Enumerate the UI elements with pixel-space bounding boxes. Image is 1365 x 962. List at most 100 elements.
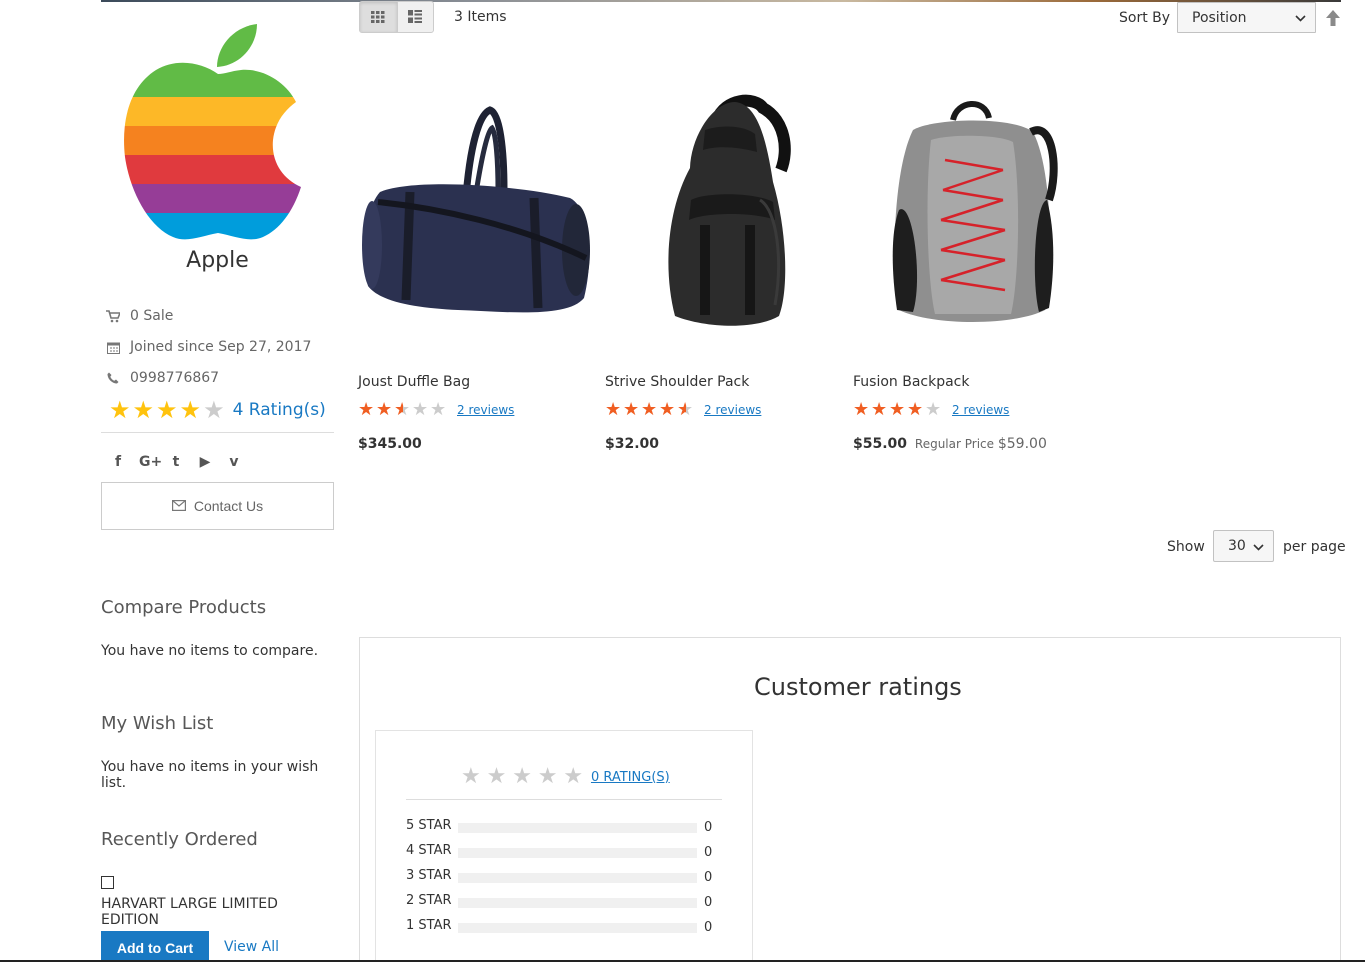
twitter-icon[interactable]: t bbox=[168, 454, 184, 470]
rating-bar-label: 3 STAR bbox=[406, 868, 452, 883]
star-icon: ★ bbox=[430, 399, 447, 420]
regular-price-label: Regular Price bbox=[914, 437, 995, 451]
star-icon: ★ bbox=[623, 399, 640, 420]
customer-ratings-title: Customer ratings bbox=[754, 673, 962, 701]
divider bbox=[101, 432, 334, 433]
vendor-ratings-link[interactable]: 4 Rating(s) bbox=[233, 400, 326, 420]
product-name[interactable]: Strive Shoulder Pack bbox=[605, 374, 749, 390]
star-icon: ★ bbox=[889, 399, 906, 420]
star-icon: ★ bbox=[109, 396, 131, 424]
star-icon: ★ bbox=[677, 399, 694, 420]
compare-products-title: Compare Products bbox=[101, 597, 267, 618]
sort-by-label: Sort By bbox=[1119, 10, 1171, 26]
product-rating: ★ ★ ★ ★ ★ 2 reviews bbox=[853, 401, 1009, 419]
vendor-rating-stars: ★ ★ ★ ★ ★ bbox=[109, 398, 227, 422]
recently-ordered-title: Recently Ordered bbox=[101, 829, 258, 850]
star-icon: ★ bbox=[563, 764, 584, 789]
items-count: 3 Items bbox=[454, 9, 507, 25]
product-reviews-link[interactable]: 2 reviews bbox=[704, 403, 761, 417]
star-icon: ★ bbox=[605, 399, 622, 420]
star-icon: ★ bbox=[537, 764, 558, 789]
product-reviews-link[interactable]: 2 reviews bbox=[457, 403, 514, 417]
grid-view-button[interactable] bbox=[360, 2, 397, 32]
product-price: $32.00 bbox=[605, 436, 659, 452]
chevron-down-icon bbox=[1295, 11, 1306, 25]
sort-direction-arrow-icon[interactable] bbox=[1325, 9, 1341, 27]
vendor-joined: Joined since Sep 27, 2017 bbox=[106, 339, 311, 355]
rating-bar-label: 5 STAR bbox=[406, 818, 452, 833]
vendor-logo bbox=[121, 22, 316, 244]
star-icon: ★ bbox=[179, 396, 202, 424]
star-icon: ★ bbox=[853, 399, 870, 420]
rating-bar bbox=[458, 873, 697, 883]
calendar-icon bbox=[106, 340, 120, 354]
rating-bar-count: 0 bbox=[704, 845, 713, 860]
product-rating-stars: ★ ★ ★ ★ ★ bbox=[853, 401, 943, 419]
product-price: $345.00 bbox=[358, 436, 422, 452]
final-price: $55.00 bbox=[853, 436, 908, 452]
star-icon: ★ bbox=[203, 396, 225, 424]
vendor-phone-text: 0998776867 bbox=[130, 370, 220, 386]
star-icon: ★ bbox=[376, 399, 393, 420]
product-name[interactable]: Fusion Backpack bbox=[853, 374, 970, 390]
phone-icon bbox=[106, 371, 120, 385]
facebook-icon[interactable]: f bbox=[110, 454, 126, 470]
ratings-count-link[interactable]: 0 RATING(S) bbox=[591, 770, 670, 785]
rating-bar bbox=[458, 823, 697, 833]
star-icon: ★ bbox=[641, 399, 658, 420]
product-price: $55.00 Regular Price $59.00 bbox=[853, 436, 1047, 452]
final-price: $32.00 bbox=[605, 436, 660, 452]
contact-us-label: Contact Us bbox=[193, 498, 264, 514]
view-all-link[interactable]: View All bbox=[224, 939, 279, 955]
sort-by-value: Position bbox=[1192, 9, 1247, 26]
social-links: f G+ t ▶ v bbox=[110, 454, 242, 470]
vendor-phone: 0998776867 bbox=[106, 370, 219, 386]
product-reviews-link[interactable]: 2 reviews bbox=[952, 403, 1009, 417]
envelope-icon bbox=[171, 498, 186, 514]
product-rating-stars: ★ ★ ★ ★ ★ bbox=[358, 401, 448, 419]
rating-bar-row: 5 STAR 0 bbox=[406, 818, 726, 835]
product-image[interactable] bbox=[853, 90, 1093, 340]
ratings-summary: ★ ★ ★ ★ ★ 0 RATING(S) bbox=[461, 766, 670, 788]
rating-bar-row: 1 STAR 0 bbox=[406, 918, 726, 935]
star-icon: ★ bbox=[156, 396, 178, 424]
rating-bar-row: 4 STAR 0 bbox=[406, 843, 726, 860]
rating-bar-label: 4 STAR bbox=[406, 843, 452, 858]
recent-item-checkbox[interactable] bbox=[101, 876, 114, 889]
wishlist-empty-text: You have no items in your wish list. bbox=[101, 759, 319, 791]
rating-bar-label: 2 STAR bbox=[406, 893, 452, 908]
add-to-cart-button[interactable]: Add to Cart bbox=[101, 931, 209, 962]
limiter-select[interactable]: 30 bbox=[1213, 530, 1274, 562]
vendor-name: Apple bbox=[186, 248, 249, 273]
top-banner-strip bbox=[101, 0, 1341, 2]
star-icon: ★ bbox=[659, 399, 676, 420]
contact-us-button[interactable]: Contact Us bbox=[101, 482, 334, 530]
final-price: $345.00 bbox=[358, 436, 422, 452]
wishlist-title: My Wish List bbox=[101, 713, 214, 734]
cart-icon bbox=[106, 309, 120, 323]
recent-item-name[interactable]: HARVART LARGE LIMITED EDITION bbox=[101, 896, 334, 928]
product-rating: ★ ★ ★ ★ ★ 2 reviews bbox=[358, 401, 514, 419]
rating-bar-count: 0 bbox=[704, 920, 713, 935]
list-view-button[interactable] bbox=[396, 2, 434, 32]
star-icon: ★ bbox=[412, 399, 429, 420]
product-image[interactable] bbox=[605, 90, 845, 340]
vendor-rating: ★ ★ ★ ★ ★ 4 Rating(s) bbox=[109, 398, 326, 422]
vendor-joined-text: Joined since Sep 27, 2017 bbox=[130, 339, 312, 355]
youtube-icon[interactable]: ▶ bbox=[197, 454, 213, 470]
star-icon: ★ bbox=[394, 399, 411, 420]
google-plus-icon[interactable]: G+ bbox=[139, 454, 162, 470]
divider bbox=[406, 799, 722, 800]
product-rating: ★ ★ ★ ★ ★ 2 reviews bbox=[605, 401, 761, 419]
vendor-sales-text: 0 Sale bbox=[130, 308, 174, 324]
product-name[interactable]: Joust Duffle Bag bbox=[358, 374, 470, 390]
vimeo-icon[interactable]: v bbox=[226, 454, 242, 470]
star-icon: ★ bbox=[461, 764, 481, 789]
compare-empty-text: You have no items to compare. bbox=[101, 643, 319, 659]
rating-bar-count: 0 bbox=[704, 870, 713, 885]
sort-by-select[interactable]: Position bbox=[1177, 2, 1316, 33]
product-rating-stars: ★ ★ ★ ★ ★ bbox=[605, 401, 695, 419]
chevron-down-icon bbox=[1253, 540, 1264, 554]
list-icon bbox=[408, 8, 423, 27]
product-image[interactable] bbox=[358, 90, 598, 340]
